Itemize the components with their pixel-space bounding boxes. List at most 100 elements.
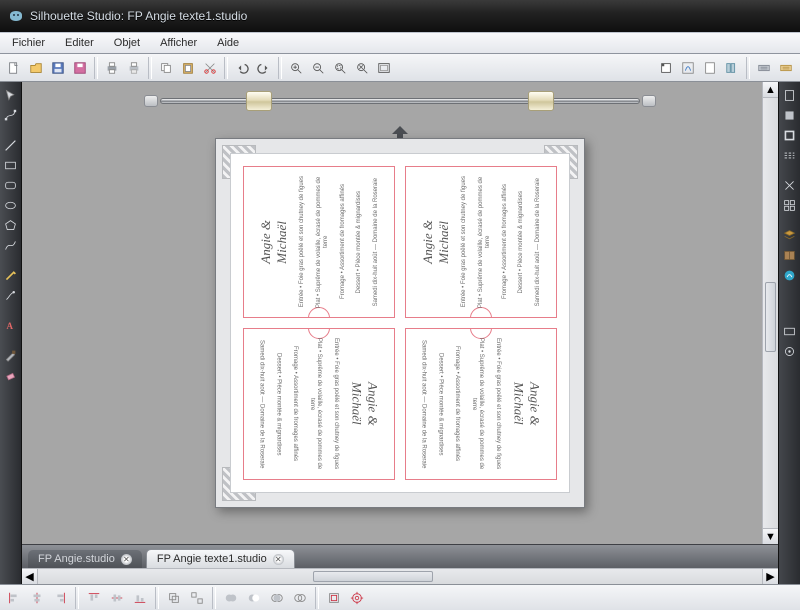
- target-button[interactable]: [347, 588, 367, 608]
- toolbar-separator: [212, 587, 216, 609]
- card-line: Entrée • Foie gras poêlé et son chutney …: [332, 338, 339, 469]
- scroll-down-icon[interactable]: ▼: [763, 528, 778, 544]
- intersect-button[interactable]: [267, 588, 287, 608]
- menu-help[interactable]: Aide: [209, 35, 247, 51]
- cut-button[interactable]: [200, 58, 220, 78]
- bottom-toolbar: [0, 584, 800, 610]
- page[interactable]: Angie & Michaël Entrée • Foie gras poêlé…: [230, 153, 570, 493]
- scroll-up-icon[interactable]: ▲: [763, 82, 778, 98]
- workarea: A: [0, 82, 800, 584]
- eraser-tool[interactable]: [2, 366, 20, 384]
- preferences-button[interactable]: [781, 342, 799, 360]
- menu-edit[interactable]: Editer: [57, 35, 102, 51]
- window-titlebar: Silhouette Studio: FP Angie texte1.studi…: [0, 0, 800, 32]
- library-panel-button[interactable]: [781, 246, 799, 264]
- align-left-button[interactable]: [4, 588, 24, 608]
- save-button[interactable]: [48, 58, 68, 78]
- freehand-tool[interactable]: [2, 266, 20, 284]
- select-tool[interactable]: [2, 86, 20, 104]
- align-right-button[interactable]: [50, 588, 70, 608]
- undo-button[interactable]: [232, 58, 252, 78]
- send-panel-button[interactable]: [781, 322, 799, 340]
- scroll-thumb[interactable]: [765, 282, 776, 352]
- align-bottom-button[interactable]: [130, 588, 150, 608]
- fill-color-button[interactable]: [781, 106, 799, 124]
- roller-grip-left[interactable]: [246, 91, 272, 111]
- zoom-out-button[interactable]: [308, 58, 328, 78]
- scroll-right-icon[interactable]: ▶: [762, 569, 778, 584]
- replicate-button[interactable]: [781, 196, 799, 214]
- menu-view[interactable]: Afficher: [152, 35, 205, 51]
- send-to-silhouette-button[interactable]: [754, 58, 774, 78]
- menu-card[interactable]: Angie & Michaël Entrée • Foie gras poêlé…: [405, 166, 557, 318]
- design-canvas[interactable]: Angie & Michaël Entrée • Foie gras poêlé…: [22, 82, 778, 544]
- cut-settings-button[interactable]: [776, 58, 796, 78]
- document-tab-label: FP Angie texte1.studio: [157, 553, 267, 565]
- smooth-freehand-tool[interactable]: [2, 286, 20, 304]
- align-center-h-button[interactable]: [27, 588, 47, 608]
- menu-object[interactable]: Objet: [106, 35, 148, 51]
- copy-button[interactable]: [156, 58, 176, 78]
- scroll-thumb[interactable]: [313, 571, 433, 582]
- weld-button[interactable]: [221, 588, 241, 608]
- save-to-library-button[interactable]: [70, 58, 90, 78]
- ellipse-tool[interactable]: [2, 196, 20, 214]
- card-line: Plat • Suprême de volaille, écrasé de po…: [308, 335, 322, 473]
- line-style-button[interactable]: [781, 146, 799, 164]
- library-button[interactable]: [722, 58, 742, 78]
- layers-button[interactable]: [781, 226, 799, 244]
- menu-card[interactable]: Samedi dix-huit août — Domaine de la Ros…: [405, 328, 557, 480]
- rectangle-tool[interactable]: [2, 156, 20, 174]
- new-button[interactable]: [4, 58, 24, 78]
- card-line: Dessert • Pièce montée & mignardises: [518, 191, 525, 293]
- pan-button[interactable]: [352, 58, 372, 78]
- card-line: Plat • Suprême de volaille, écrasé de po…: [470, 335, 484, 473]
- toolbar-separator: [746, 57, 750, 79]
- card-line: Samedi dix-huit août — Domaine de la Ros…: [535, 178, 542, 306]
- redo-button[interactable]: [254, 58, 274, 78]
- trace-button[interactable]: [678, 58, 698, 78]
- document-tab[interactable]: FP Angie.studio ✕: [28, 550, 142, 568]
- scroll-left-icon[interactable]: ◀: [22, 569, 38, 584]
- menu-card[interactable]: Samedi dix-huit août — Domaine de la Ros…: [243, 328, 395, 480]
- edit-points-tool[interactable]: [2, 106, 20, 124]
- roller-grip-right[interactable]: [528, 91, 554, 111]
- text-tool[interactable]: A: [2, 316, 20, 334]
- fit-to-window-button[interactable]: [374, 58, 394, 78]
- align-top-button[interactable]: [84, 588, 104, 608]
- rounded-rectangle-tool[interactable]: [2, 176, 20, 194]
- close-tab-icon[interactable]: ✕: [273, 554, 284, 565]
- knife-tool[interactable]: [2, 346, 20, 364]
- open-button[interactable]: [26, 58, 46, 78]
- print-button[interactable]: [102, 58, 122, 78]
- ungroup-button[interactable]: [187, 588, 207, 608]
- cut-style-button[interactable]: [781, 176, 799, 194]
- vertical-scrollbar[interactable]: ▲ ▼: [762, 82, 778, 544]
- registration-marks-button[interactable]: [656, 58, 676, 78]
- store-button[interactable]: [781, 266, 799, 284]
- page-setup-button[interactable]: [700, 58, 720, 78]
- line-tool[interactable]: [2, 136, 20, 154]
- subtract-button[interactable]: [244, 588, 264, 608]
- card-line: Fromage • Assortiment de fromages affiné…: [453, 346, 460, 461]
- cutting-mat[interactable]: Angie & Michaël Entrée • Foie gras poêlé…: [215, 138, 585, 508]
- card-line: Plat • Suprême de volaille, écrasé de po…: [478, 173, 492, 311]
- card-line: Entrée • Foie gras poêlé et son chutney …: [494, 338, 501, 469]
- menu-file[interactable]: Fichier: [4, 35, 53, 51]
- zoom-selection-button[interactable]: [330, 58, 350, 78]
- print-border-button[interactable]: [124, 58, 144, 78]
- zoom-in-button[interactable]: [286, 58, 306, 78]
- line-color-button[interactable]: [781, 126, 799, 144]
- horizontal-scrollbar[interactable]: ◀ ▶: [22, 568, 778, 584]
- page-tools-button[interactable]: [781, 86, 799, 104]
- crop-button[interactable]: [290, 588, 310, 608]
- curve-tool[interactable]: [2, 236, 20, 254]
- offset-button[interactable]: [324, 588, 344, 608]
- group-button[interactable]: [164, 588, 184, 608]
- menu-card[interactable]: Angie & Michaël Entrée • Foie gras poêlé…: [243, 166, 395, 318]
- paste-button[interactable]: [178, 58, 198, 78]
- align-center-v-button[interactable]: [107, 588, 127, 608]
- document-tab[interactable]: FP Angie texte1.studio ✕: [146, 549, 295, 568]
- polygon-tool[interactable]: [2, 216, 20, 234]
- close-tab-icon[interactable]: ✕: [121, 554, 132, 565]
